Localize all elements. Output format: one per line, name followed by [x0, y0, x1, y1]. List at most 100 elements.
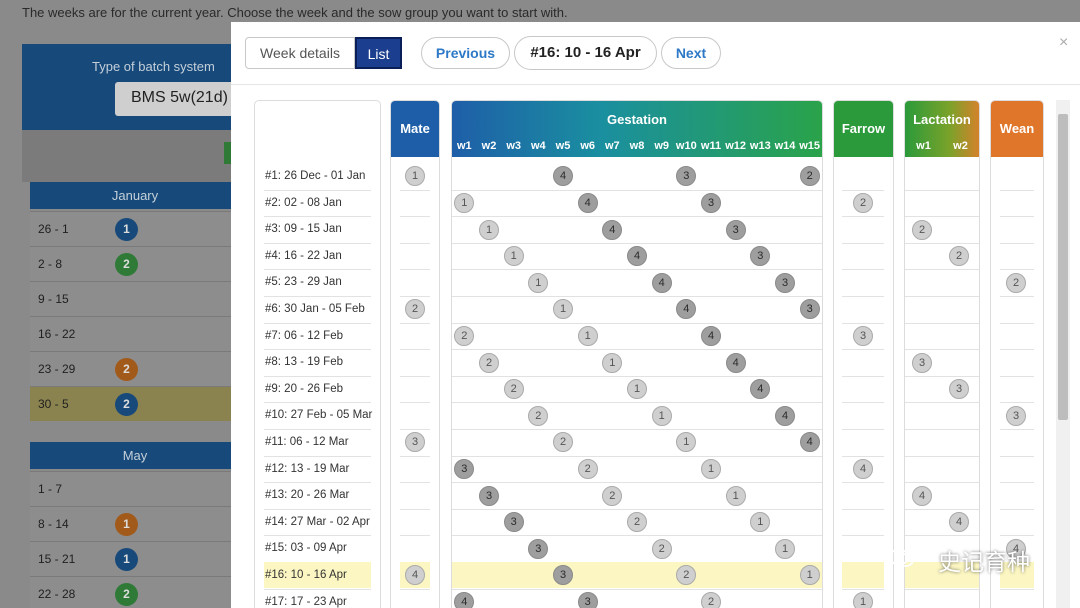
sow-group-badge[interactable]: 3 [1006, 405, 1026, 426]
calendar-week-row[interactable]: 30 - 5 2 [30, 386, 240, 421]
calendar-week-row[interactable]: 26 - 1 1 [30, 211, 240, 246]
week-row-label[interactable]: #10: 27 Feb - 05 Mar [265, 409, 372, 421]
row-divider [400, 189, 430, 191]
gestation-week-label: w5 [555, 140, 571, 152]
sow-group-badge[interactable]: 4 [602, 219, 623, 240]
next-button[interactable]: Next [661, 37, 721, 69]
calendar-week-label: 1 - 7 [38, 482, 63, 496]
sow-group-badge[interactable]: 1 [577, 325, 598, 346]
sow-group-badge[interactable]: 4 [853, 458, 873, 479]
sow-group-badge[interactable]: 4 [912, 485, 932, 506]
sow-group-badge[interactable]: 2 [602, 485, 623, 506]
row-divider [1000, 535, 1034, 537]
row-divider [452, 375, 822, 377]
sow-group-badge[interactable]: 2 [577, 458, 598, 479]
sow-group-badge[interactable]: 2 [503, 379, 524, 400]
calendar-week-row[interactable]: 15 - 21 1 [30, 541, 240, 576]
sow-group-badge[interactable]: 4 [577, 192, 598, 213]
sow-group-badge[interactable]: 2 [528, 405, 549, 426]
sow-group-badge[interactable]: 1 [651, 405, 672, 426]
week-row-label[interactable]: #3: 09 - 15 Jan [265, 223, 342, 235]
row-divider [400, 535, 430, 537]
calendar-week-row[interactable]: 16 - 22 [30, 316, 240, 351]
sow-group-badge[interactable]: 3 [479, 485, 499, 506]
sow-group-badge[interactable]: 1 [528, 272, 549, 293]
calendar-week-row[interactable]: 22 - 28 2 [30, 576, 240, 608]
sow-group-badge[interactable]: 1 [799, 565, 820, 586]
sow-group-badge[interactable]: 1 [602, 352, 623, 373]
week-row-label[interactable]: #13: 20 - 26 Mar [265, 489, 349, 501]
row-divider [400, 349, 430, 351]
sow-group-badge[interactable]: 1 [479, 219, 499, 240]
week-row-label[interactable]: #16: 10 - 16 Apr [265, 569, 347, 581]
sow-group-badge[interactable]: 2 [912, 219, 932, 240]
sow-group-badge[interactable]: 1 [701, 458, 721, 479]
week-row-label[interactable]: #2: 02 - 08 Jan [265, 197, 342, 209]
row-divider [905, 216, 979, 218]
scrollbar-thumb[interactable] [1058, 114, 1068, 420]
calendar-week-row[interactable]: 23 - 29 2 [30, 351, 240, 386]
sow-group-badge[interactable]: 3 [503, 512, 524, 533]
week-row-label[interactable]: #17: 17 - 23 Apr [265, 596, 347, 608]
sow-group-badge[interactable]: 1 [725, 485, 746, 506]
sow-group-badge[interactable]: 2 [949, 246, 969, 267]
row-divider [842, 508, 884, 510]
list-tab[interactable]: List [355, 37, 402, 69]
sow-group-badge[interactable]: 4 [454, 591, 475, 608]
week-row-label[interactable]: #5: 23 - 29 Jan [265, 276, 342, 288]
sow-group-badge[interactable]: 1 [627, 379, 647, 400]
list-scrollbar[interactable] [1056, 100, 1070, 608]
sow-group-badge[interactable]: 4 [627, 246, 647, 267]
calendar-week-row[interactable]: 9 - 15 [30, 281, 240, 316]
sow-group-badge[interactable]: 3 [912, 352, 932, 373]
sow-group-badge[interactable]: 1 [503, 246, 524, 267]
week-row-label[interactable]: #9: 20 - 26 Feb [265, 383, 343, 395]
sow-group-badge[interactable]: 3 [853, 325, 873, 346]
sow-group-badge[interactable]: 4 [701, 325, 721, 346]
week-row-label[interactable]: #8: 13 - 19 Feb [265, 356, 343, 368]
sow-group-badge[interactable]: 2 [1006, 272, 1026, 293]
sow-group-badge[interactable]: 2 [651, 538, 672, 559]
week-row-label[interactable]: #6: 30 Jan - 05 Feb [265, 303, 365, 315]
sow-group-badge[interactable]: 1 [853, 591, 873, 608]
week-row-label[interactable]: #4: 16 - 22 Jan [265, 250, 342, 262]
previous-button[interactable]: Previous [421, 37, 510, 69]
sow-group-badge[interactable]: 3 [949, 379, 969, 400]
sow-group-badge[interactable]: 1 [775, 538, 795, 559]
sow-group-badge[interactable]: 2 [479, 352, 499, 373]
week-row-label[interactable]: #14: 27 Mar - 02 Apr [265, 516, 370, 528]
sow-group-badge[interactable]: 3 [528, 538, 549, 559]
sow-group-badge[interactable]: 2 [799, 166, 820, 187]
row-divider [842, 375, 884, 377]
farrow-column: Farrow [833, 100, 894, 608]
week-details-tab[interactable]: Week details [245, 37, 355, 69]
sow-group-badge[interactable]: 3 [775, 272, 795, 293]
sow-group-badge[interactable]: 2 [701, 591, 721, 608]
sow-group-badge[interactable]: 3 [577, 591, 598, 608]
calendar-week-row[interactable]: 1 - 7 [30, 471, 240, 506]
week-row-label[interactable]: #7: 06 - 12 Feb [265, 330, 343, 342]
lactation-week-label: w1 [916, 140, 931, 152]
week-row-label[interactable]: #1: 26 Dec - 01 Jan [265, 170, 365, 182]
week-row-label[interactable]: #11: 06 - 12 Mar [265, 436, 349, 448]
sow-group-badge[interactable]: 3 [799, 299, 820, 320]
calendar-week-label: 22 - 28 [38, 587, 76, 601]
week-row-label[interactable]: #12: 13 - 19 Mar [265, 463, 349, 475]
sow-group-badge[interactable]: 4 [949, 512, 969, 533]
close-icon[interactable]: × [1059, 34, 1068, 52]
row-divider [264, 535, 371, 537]
sow-group-badge[interactable]: 3 [725, 219, 746, 240]
row-divider [400, 508, 430, 510]
sow-group-badge[interactable]: 4 [775, 405, 795, 426]
sow-group-badge[interactable]: 3 [701, 192, 721, 213]
batch-type-select[interactable]: BMS 5w(21d) [115, 82, 240, 116]
calendar-week-row[interactable]: 2 - 8 2 [30, 246, 240, 281]
week-row-label[interactable]: #15: 03 - 09 Apr [265, 542, 347, 554]
row-divider [1000, 242, 1034, 244]
sow-group-badge[interactable]: 2 [853, 192, 873, 213]
sow-group-badge[interactable]: 4 [799, 432, 820, 453]
calendar-week-row[interactable]: 8 - 14 1 [30, 506, 240, 541]
sow-group-badge[interactable]: 4 [651, 272, 672, 293]
sow-group-badge[interactable]: 4 [725, 352, 746, 373]
sow-group-badge[interactable]: 2 [627, 512, 647, 533]
